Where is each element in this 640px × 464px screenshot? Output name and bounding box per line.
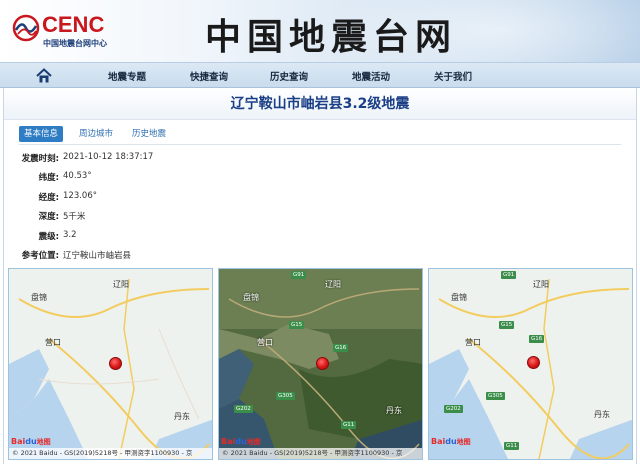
- road-badge-g15: G15: [289, 321, 305, 329]
- info-value: 5千米: [63, 212, 86, 222]
- city-label-liaoyang: 辽阳: [533, 280, 549, 289]
- road-badge-g11: G11: [341, 421, 357, 429]
- cenc-logo[interactable]: CENC 中国地震台网中心: [12, 12, 132, 52]
- baidu-logo[interactable]: Baidu地图: [221, 437, 261, 447]
- info-label: 参考位置:: [21, 251, 59, 261]
- epicenter-marker[interactable]: [527, 356, 540, 369]
- baidu-logo-suffix: 地图: [246, 438, 261, 446]
- road-badge-g202: G202: [234, 405, 253, 413]
- info-label: 纬度:: [38, 173, 59, 183]
- info-label: 深度:: [38, 212, 59, 222]
- city-label-panjin: 盘锦: [451, 293, 467, 302]
- nav-item-activity[interactable]: 地震活动: [352, 69, 390, 83]
- header-banner: CENC 中国地震台网中心 中国地震台网: [0, 0, 640, 62]
- nav-item-quick-search[interactable]: 快捷查询: [190, 69, 228, 83]
- baidu-logo-bai: Bai: [221, 437, 236, 446]
- baidu-logo-suffix: 地图: [36, 438, 51, 446]
- map-road[interactable]: 盘锦 辽阳 营口 丹东 Baidu地图 © 2021 Baidu - GS(20…: [8, 268, 213, 460]
- road-badge-g305: G305: [486, 392, 505, 400]
- baidu-logo-du: du: [445, 437, 457, 446]
- info-label: 震级:: [38, 232, 59, 242]
- city-label-panjin: 盘锦: [31, 293, 47, 302]
- map-satellite[interactable]: 盘锦 辽阳 营口 丹东 G91 G15 G16 G305 G202 G11 Ba…: [218, 268, 423, 460]
- info-value: 3.2: [63, 230, 77, 240]
- nav-item-topics[interactable]: 地震专题: [108, 69, 146, 83]
- baidu-logo-du: du: [25, 437, 37, 446]
- road-badge-g91: G91: [501, 271, 517, 279]
- road-badge-g16: G16: [529, 335, 545, 343]
- page-title: 辽宁鞍山市岫岩县3.2级地震: [4, 88, 636, 120]
- road-badge-g11: G11: [504, 442, 520, 450]
- info-value: 123.06°: [63, 191, 97, 201]
- city-label-panjin: 盘锦: [243, 293, 259, 302]
- epicenter-marker[interactable]: [109, 357, 122, 370]
- site-title: 中国地震台网: [205, 16, 458, 58]
- road-badge-g16: G16: [333, 344, 349, 352]
- baidu-logo[interactable]: Baidu地图: [11, 437, 51, 447]
- baidu-logo-du: du: [235, 437, 247, 446]
- baidu-logo[interactable]: Baidu地图: [431, 437, 471, 447]
- road-badge-g305: G305: [276, 392, 295, 400]
- baidu-logo-suffix: 地图: [456, 438, 471, 446]
- baidu-logo-bai: Bai: [11, 437, 26, 446]
- nav-item-history-search[interactable]: 历史查询: [270, 69, 308, 83]
- info-label: 发震时刻:: [21, 154, 59, 164]
- info-value: 辽宁鞍山市岫岩县: [63, 251, 132, 261]
- road-badge-g91: G91: [291, 271, 307, 279]
- logo-text: CENC: [42, 12, 105, 37]
- city-label-dandong: 丹东: [386, 406, 402, 415]
- main-nav: 地震专题 快捷查询 历史查询 地震活动 关于我们: [0, 62, 640, 88]
- info-label: 经度:: [38, 193, 59, 203]
- nav-item-about[interactable]: 关于我们: [434, 69, 472, 83]
- logo-subtext: 中国地震台网中心: [43, 39, 107, 48]
- tab-basic-info[interactable]: 基本信息: [19, 126, 64, 142]
- cenc-logo-icon: [12, 14, 40, 42]
- map-copyright: © 2021 Baidu - GS(2019)5218号 - 甲测资字11009…: [219, 448, 422, 459]
- city-label-liaoyang: 辽阳: [325, 280, 341, 289]
- city-label-liaoyang: 辽阳: [113, 280, 129, 289]
- home-icon[interactable]: [35, 67, 53, 85]
- tab-nearby-cities[interactable]: 周边城市: [74, 126, 118, 142]
- city-label-yingkou: 营口: [257, 338, 273, 347]
- event-panel: 辽宁鞍山市岫岩县3.2级地震 基本信息 周边城市 历史地震 发震时刻: 2021…: [3, 88, 637, 464]
- map-road-detail[interactable]: 盘锦 辽阳 营口 丹东 G91 G15 G16 G305 G202 G11 Ba…: [428, 268, 633, 460]
- info-value: 2021-10-12 18:37:17: [63, 152, 154, 162]
- city-label-dandong: 丹东: [594, 410, 610, 419]
- map-copyright: © 2021 Baidu - GS(2019)5218号 - 甲测资字11009…: [9, 448, 212, 459]
- tab-history-quakes[interactable]: 历史地震: [127, 126, 171, 142]
- road-badge-g202: G202: [444, 405, 463, 413]
- road-badge-g15: G15: [499, 321, 515, 329]
- city-label-yingkou: 营口: [465, 338, 481, 347]
- baidu-logo-bai: Bai: [431, 437, 446, 446]
- city-label-dandong: 丹东: [174, 412, 190, 421]
- city-label-yingkou: 营口: [45, 338, 61, 347]
- info-value: 40.53°: [63, 171, 92, 181]
- epicenter-marker[interactable]: [316, 357, 329, 370]
- tab-divider: [19, 144, 621, 145]
